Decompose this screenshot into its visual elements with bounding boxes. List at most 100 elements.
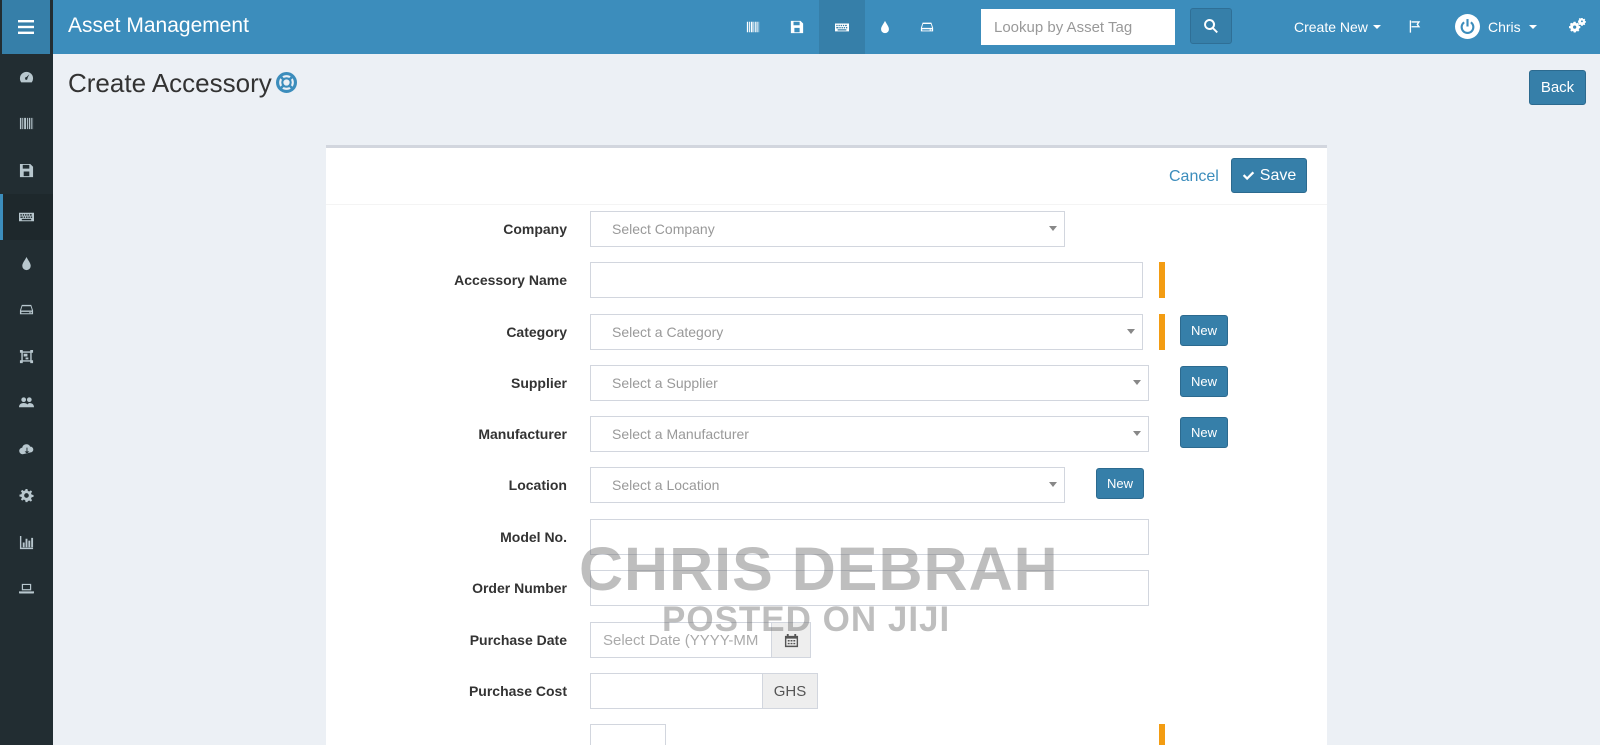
life-ring-icon[interactable]	[276, 72, 297, 93]
dropdown-arrow-icon	[1127, 329, 1135, 334]
back-button[interactable]: Back	[1529, 70, 1586, 105]
supplier-label: Supplier	[510, 375, 567, 391]
admin-settings-button[interactable]	[1569, 18, 1586, 40]
avatar	[1455, 14, 1480, 39]
nav-licenses-button[interactable]	[774, 0, 820, 54]
sidebar-item-accessories[interactable]	[0, 193, 53, 240]
category-placeholder: Select a Category	[612, 324, 724, 340]
alerts-button[interactable]	[1408, 19, 1422, 39]
hdd-icon	[19, 305, 34, 315]
sidebar-item-import[interactable]	[0, 426, 53, 473]
model-no-label: Model No.	[500, 529, 567, 545]
manufacturer-placeholder: Select a Manufacturer	[612, 426, 749, 442]
sidebar-item-consumables[interactable]	[0, 240, 53, 287]
nav-consumables-button[interactable]	[862, 0, 908, 54]
company-select[interactable]: Select Company	[590, 211, 1065, 247]
new-category-button[interactable]: New	[1180, 315, 1228, 346]
dropdown-arrow-icon	[1049, 226, 1057, 231]
category-select[interactable]: Select a Category	[590, 314, 1143, 350]
purchase-cost-label: Purchase Cost	[468, 683, 567, 699]
nav-accessories-button[interactable]	[819, 0, 865, 54]
required-indicator	[1159, 314, 1165, 350]
dropdown-arrow-icon	[1133, 431, 1141, 436]
required-indicator	[1159, 262, 1165, 298]
quantity-row	[326, 724, 1327, 745]
accessory-name-input[interactable]	[590, 262, 1143, 298]
new-location-button[interactable]: New	[1096, 468, 1144, 499]
quantity-input[interactable]	[590, 724, 666, 745]
caret-down-icon	[1528, 24, 1537, 29]
save-icon	[19, 163, 34, 177]
new-supplier-button[interactable]: New	[1180, 366, 1228, 397]
sidebar-item-people[interactable]	[0, 380, 53, 427]
user-menu-dropdown[interactable]: Chris	[1455, 14, 1537, 39]
location-placeholder: Select a Location	[612, 477, 720, 493]
purchase-cost-input[interactable]	[590, 673, 763, 709]
hamburger-icon	[18, 20, 34, 34]
form-header: Cancel Save	[326, 148, 1327, 205]
accessory-name-row: Accessory Name	[326, 262, 1327, 298]
sidebar-toggle-button[interactable]	[2, 0, 50, 54]
user-name: Chris	[1488, 18, 1521, 35]
tint-icon	[22, 256, 31, 270]
top-navbar: Asset Management Create New Chris	[53, 0, 1600, 54]
nav-components-button[interactable]	[904, 0, 950, 54]
sidebar-item-requestable[interactable]	[0, 566, 53, 613]
cog-icon	[19, 489, 34, 503]
sidebar-item-assets[interactable]	[0, 101, 53, 148]
sidebar-item-reports[interactable]	[0, 519, 53, 566]
watermark-name: CHRIS DEBRAH	[579, 535, 1059, 603]
keyboard-icon	[835, 23, 849, 32]
sidebar-item-dashboard[interactable]	[0, 54, 53, 101]
new-manufacturer-button[interactable]: New	[1180, 417, 1228, 448]
purchase-date-label: Purchase Date	[469, 632, 567, 648]
asset-tag-search-input[interactable]	[981, 9, 1175, 45]
sidebar-item-components[interactable]	[0, 287, 53, 334]
laptop-icon	[19, 584, 34, 594]
keyboard-icon	[19, 213, 34, 222]
create-new-label: Create New	[1294, 19, 1368, 35]
flag-icon	[1409, 20, 1421, 33]
location-select[interactable]: Select a Location	[590, 467, 1065, 503]
tint-icon	[881, 20, 889, 34]
create-new-dropdown[interactable]: Create New	[1294, 19, 1381, 35]
manufacturer-row: Manufacturer Select a Manufacturer New	[326, 416, 1327, 452]
manufacturer-label: Manufacturer	[478, 426, 567, 442]
dropdown-arrow-icon	[1049, 482, 1057, 487]
currency-addon: GHS	[762, 673, 818, 709]
barcode-icon	[746, 21, 760, 33]
location-row: Location Select a Location New	[326, 467, 1327, 503]
company-label: Company	[503, 221, 567, 237]
check-icon	[1242, 171, 1254, 181]
power-icon	[1460, 19, 1475, 35]
manufacturer-select[interactable]: Select a Manufacturer	[590, 416, 1149, 452]
dropdown-arrow-icon	[1133, 380, 1141, 385]
cogs-icon	[1569, 18, 1586, 33]
search-button[interactable]	[1190, 8, 1232, 44]
save-icon	[790, 20, 804, 34]
app-title[interactable]: Asset Management	[68, 14, 249, 38]
accessory-name-label: Accessory Name	[454, 272, 567, 288]
watermark-posted: POSTED ON JIJI	[662, 600, 951, 639]
create-accessory-form: Cancel Save Company Select Company Acces…	[326, 145, 1327, 745]
save-button-label: Save	[1259, 166, 1297, 184]
sidebar-item-kits[interactable]	[0, 333, 53, 380]
purchase-cost-row: Purchase Cost GHS	[326, 673, 1327, 709]
order-number-label: Order Number	[472, 580, 567, 596]
sidebar-item-licenses[interactable]	[0, 147, 53, 194]
location-label: Location	[508, 477, 567, 493]
bar-chart-icon	[19, 535, 34, 549]
supplier-placeholder: Select a Supplier	[612, 375, 718, 391]
barcode-icon	[19, 118, 34, 130]
cancel-link[interactable]: Cancel	[1169, 168, 1219, 186]
supplier-select[interactable]: Select a Supplier	[590, 365, 1149, 401]
nav-assets-button[interactable]	[730, 0, 776, 54]
category-row: Category Select a Category New	[326, 314, 1327, 350]
caret-down-icon	[1372, 25, 1381, 29]
required-indicator	[1159, 724, 1165, 745]
category-label: Category	[506, 324, 567, 340]
dashboard-icon	[19, 71, 34, 83]
sidebar-item-settings[interactable]	[0, 473, 53, 520]
company-row: Company Select Company	[326, 211, 1327, 247]
save-button[interactable]: Save	[1231, 158, 1307, 193]
